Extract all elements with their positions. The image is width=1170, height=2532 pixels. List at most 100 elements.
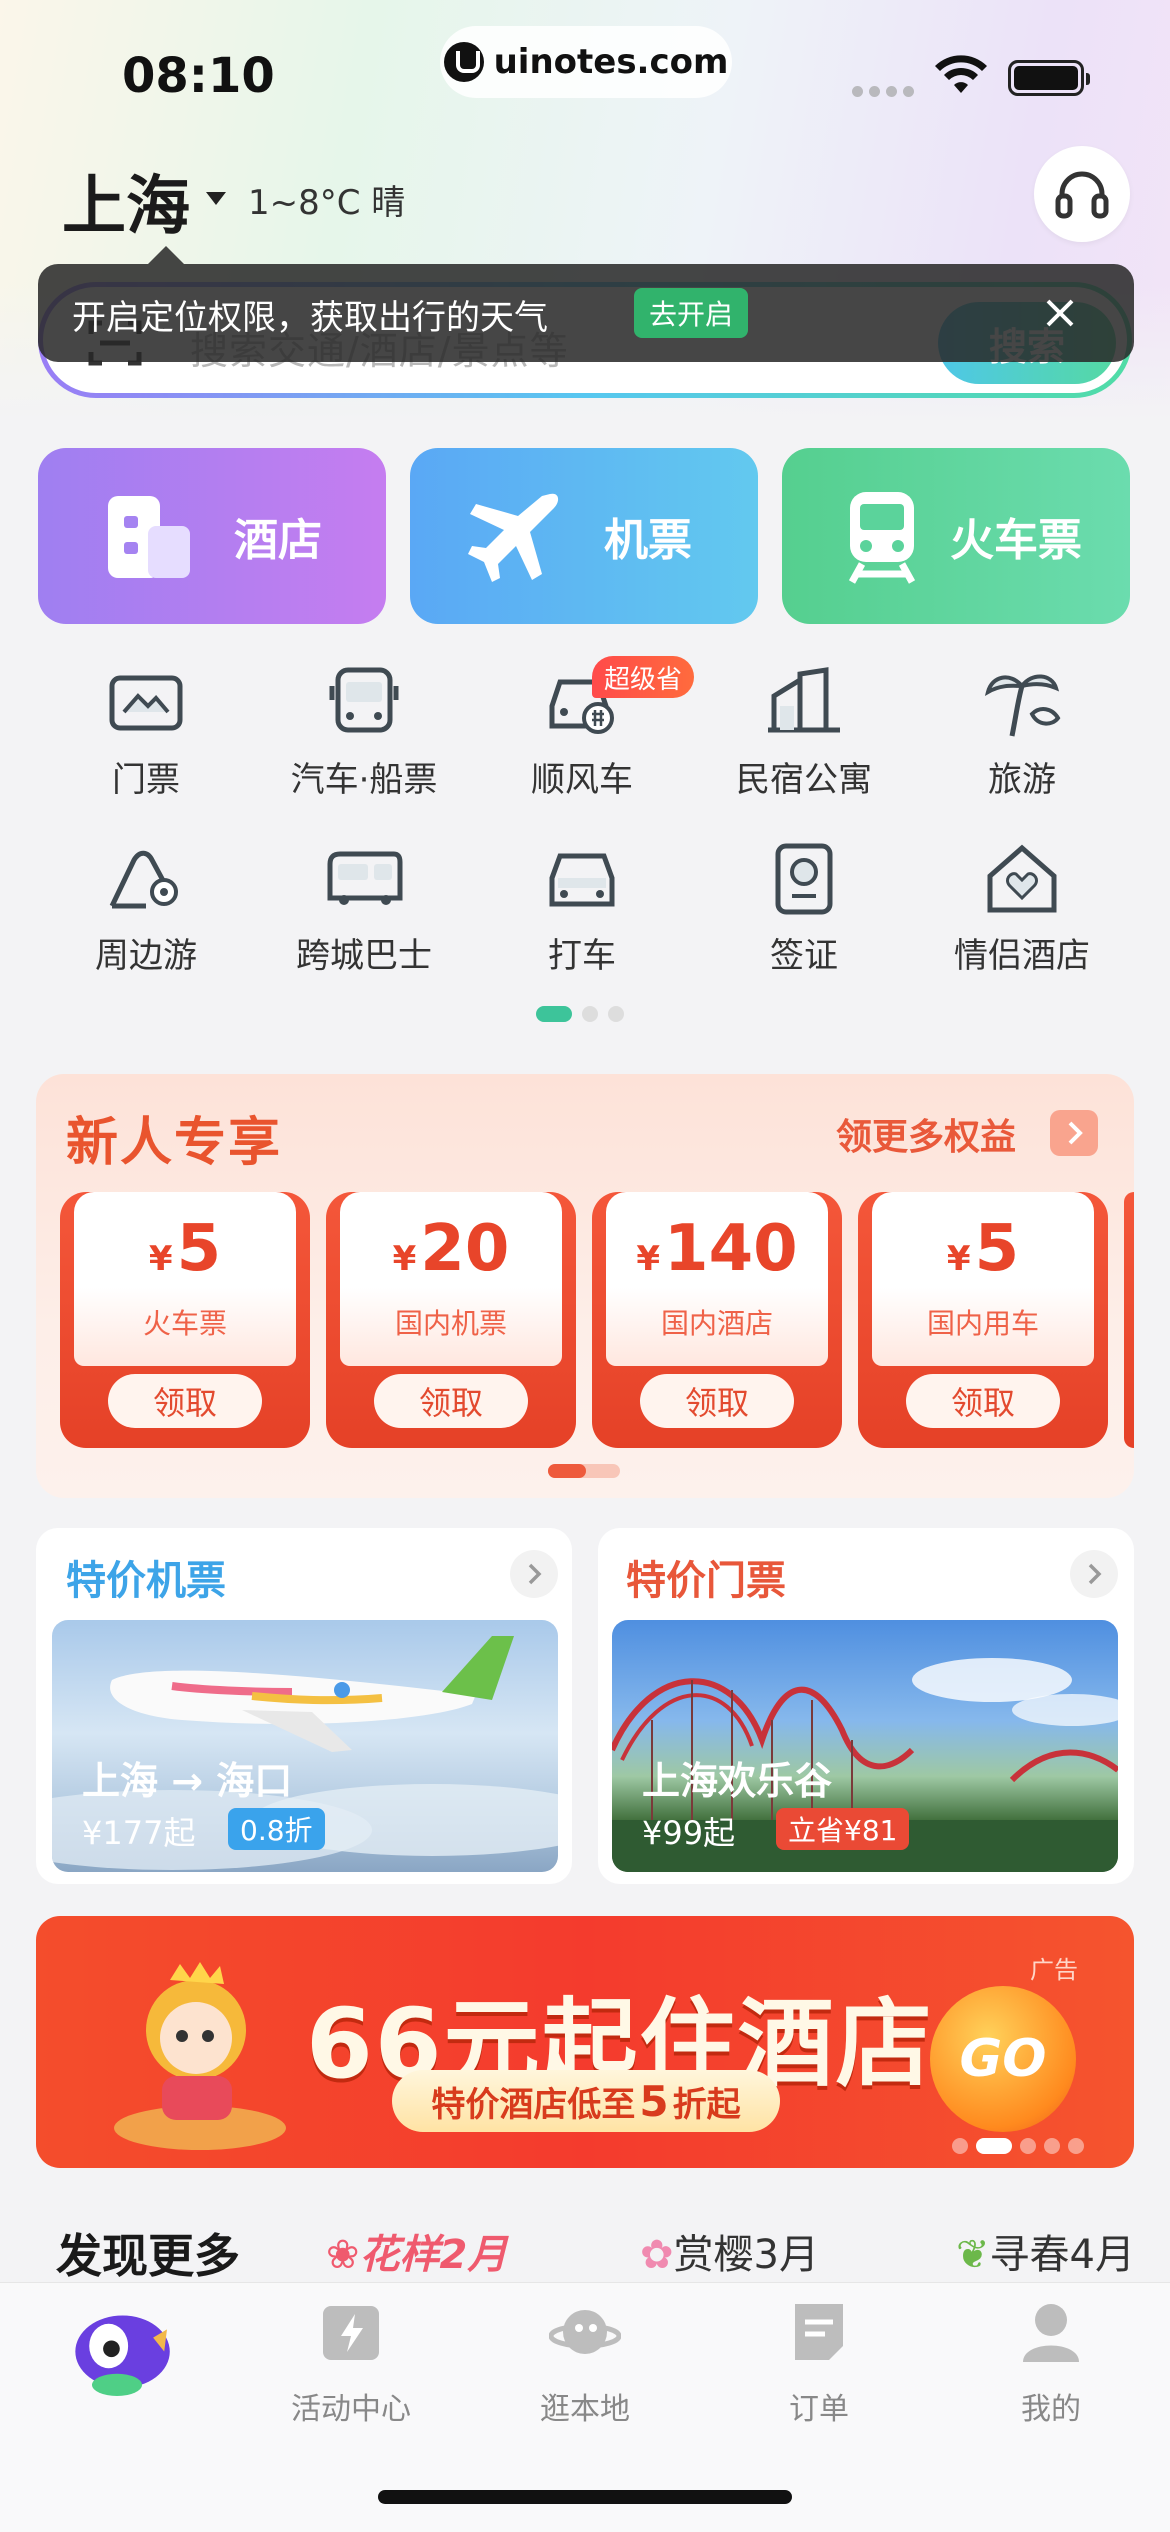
grid-label: 情侣酒店	[954, 936, 1090, 976]
flight-label: 机票	[604, 515, 692, 566]
profile-icon	[1023, 2304, 1079, 2362]
grid-label: 汽车·船票	[290, 760, 438, 800]
coupon-amount: 5	[974, 1212, 1020, 1286]
coupon-card[interactable]: ¥140 国内酒店 领取	[592, 1192, 842, 1448]
taxi-icon	[549, 853, 615, 907]
grid-label: 旅游	[988, 760, 1056, 800]
grid-label: 民宿公寓	[736, 760, 872, 800]
train-card[interactable]: 火车票	[782, 448, 1130, 624]
grid-item-travel[interactable]: 旅游	[922, 666, 1122, 801]
coupon-card-peek[interactable]	[1124, 1192, 1134, 1448]
bus-icon	[329, 667, 399, 733]
coupon-currency: ¥	[636, 1239, 661, 1279]
chevron-right-icon[interactable]	[1050, 1110, 1098, 1156]
cheap-flight-title: 特价机票	[66, 1558, 226, 1604]
tab-label: 活动中心	[291, 2392, 411, 2427]
coach-icon	[327, 851, 403, 905]
ticket-icon	[109, 675, 183, 731]
coupon-name: 国内用车	[926, 1307, 1039, 1340]
claim-button[interactable]: 领取	[640, 1374, 794, 1428]
hotel-card[interactable]: 酒店	[38, 448, 386, 624]
enable-location-button[interactable]: 去开启	[634, 288, 748, 338]
coupon-card[interactable]: ¥5 国内用车 领取	[858, 1192, 1108, 1448]
flight-price: ¥177起	[82, 1814, 196, 1852]
cherry-blossom-icon: ✿	[640, 2232, 674, 2278]
tab-orders[interactable]: 订单	[744, 2296, 894, 2428]
tab-label: 订单	[789, 2392, 849, 2427]
cellular-signal-icon	[852, 86, 914, 97]
chevron-down-icon[interactable]	[206, 192, 226, 205]
train-label: 火车票	[950, 515, 1082, 566]
tab-home[interactable]	[44, 2296, 194, 2400]
go-button[interactable]: GO	[930, 1986, 1076, 2132]
coupon-name: 国内机票	[394, 1307, 507, 1340]
activity-icon	[323, 2306, 379, 2360]
banner-page-indicator	[952, 2138, 1084, 2154]
cheap-ticket-title: 特价门票	[626, 1558, 786, 1604]
battery-icon	[1008, 60, 1090, 96]
more-benefits-link[interactable]: 领更多权益	[836, 1108, 1016, 1160]
heart-house-icon	[987, 844, 1057, 913]
city-selector[interactable]: 上海	[62, 155, 190, 247]
banner-subtitle: 特价酒店低至 5 折起	[392, 2070, 780, 2132]
palm-tree-icon	[984, 674, 1061, 737]
order-icon	[795, 2304, 843, 2360]
headset-icon	[1055, 171, 1109, 219]
url-pill[interactable]: uinotes.com	[440, 26, 732, 98]
discover-tab-mar[interactable]: ✿赏樱3月	[640, 2222, 819, 2280]
grid-item-visa[interactable]: 签证	[704, 842, 904, 977]
grid-label: 跨城巴士	[296, 936, 432, 976]
home-mascot-icon	[75, 2315, 170, 2396]
flight-route: 上海 → 海口	[82, 1759, 293, 1803]
tab-local[interactable]: 逛本地	[510, 2296, 660, 2428]
coupon-currency: ¥	[148, 1239, 173, 1279]
coupon-amount: 5	[176, 1212, 222, 1286]
ad-label: 广告	[1030, 1956, 1078, 1984]
grid-item-couple-hotel[interactable]: 情侣酒店	[922, 842, 1122, 977]
new-user-title: 新人专享	[66, 1113, 283, 1173]
discover-tab-apr[interactable]: ❦寻春4月	[956, 2222, 1135, 2280]
coupon-amount: 140	[664, 1212, 798, 1286]
wifi-icon	[935, 55, 987, 93]
site-logo-icon	[443, 42, 484, 82]
grid-label: 签证	[770, 936, 838, 976]
flower-icon: ❀	[326, 2232, 360, 2278]
claim-button[interactable]: 领取	[906, 1374, 1060, 1428]
chevron-right-icon[interactable]	[1070, 1550, 1118, 1598]
planet-icon	[548, 2310, 622, 2354]
grid-item-tickets[interactable]: 门票	[46, 666, 246, 801]
grid-item-bus-ferry[interactable]: 汽车·船票	[264, 666, 464, 801]
close-icon[interactable]	[1040, 293, 1080, 333]
train-icon	[848, 492, 916, 584]
grid-label: 顺风车	[531, 760, 633, 800]
tab-profile[interactable]: 我的	[976, 2296, 1126, 2428]
home-indicator	[378, 2490, 792, 2504]
claim-button[interactable]: 领取	[108, 1374, 262, 1428]
park-name: 上海欢乐谷	[642, 1759, 833, 1803]
coupon-card[interactable]: ¥5 火车票 领取	[60, 1192, 310, 1448]
grid-item-taxi[interactable]: 打车	[482, 842, 682, 977]
customer-service-button[interactable]	[1034, 146, 1130, 242]
grid-item-intercity-bus[interactable]: 跨城巴士	[264, 842, 464, 977]
chevron-right-icon[interactable]	[510, 1550, 558, 1598]
url-text: uinotes.com	[493, 42, 729, 82]
tab-activity-center[interactable]: 活动中心	[276, 2296, 426, 2428]
discover-tab-feb[interactable]: ❀花样2月	[326, 2222, 507, 2280]
flight-card[interactable]: 机票	[410, 448, 758, 624]
coupon-amount: 20	[420, 1212, 510, 1286]
leaf-icon: ❦	[956, 2232, 990, 2278]
grid-item-nearby[interactable]: 周边游	[46, 842, 246, 977]
coupon-card[interactable]: ¥20 国内机票 领取	[326, 1192, 576, 1448]
grid-label: 门票	[112, 760, 180, 800]
toast-text: 开启定位权限，获取出行的天气	[72, 298, 548, 338]
park-price: ¥99起	[642, 1814, 736, 1852]
grid-page-indicator	[536, 1006, 624, 1022]
grid-item-homestay[interactable]: 民宿公寓	[704, 666, 904, 801]
homestay-icon	[768, 667, 840, 733]
plane-icon	[468, 493, 559, 582]
toast-pointer	[148, 246, 184, 264]
flight-discount-tag: 0.8折	[228, 1808, 325, 1850]
claim-button[interactable]: 领取	[374, 1374, 528, 1428]
coupon-currency: ¥	[392, 1239, 417, 1279]
coupon-currency: ¥	[946, 1239, 971, 1279]
